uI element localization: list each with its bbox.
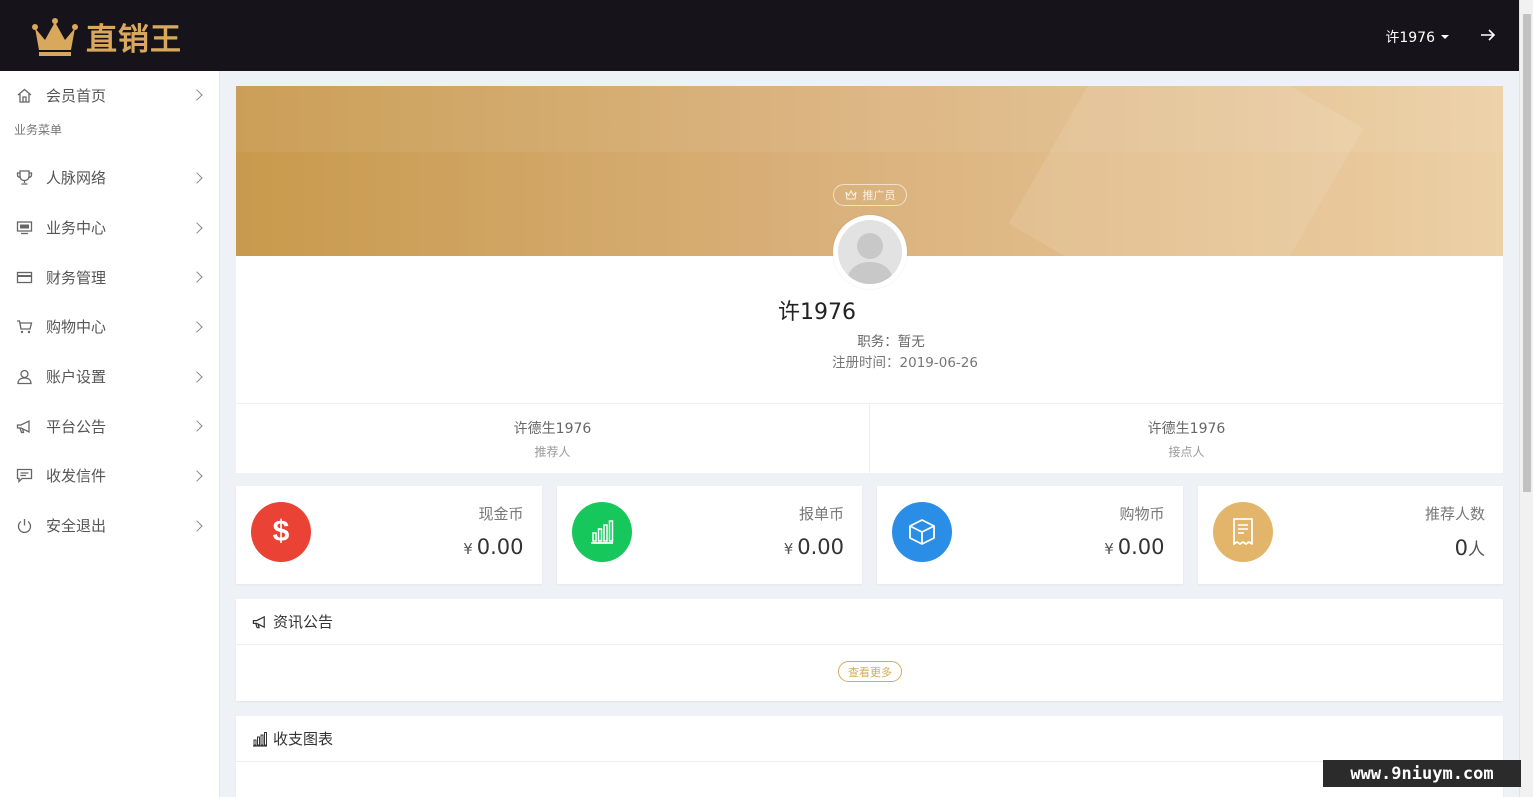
monitor-icon	[16, 219, 33, 236]
chevron-right-icon	[191, 519, 203, 532]
badge-label: 推广员	[862, 189, 896, 202]
chart-panel: 收支图表	[236, 716, 1503, 797]
sidebar-section-title: 业务菜单	[14, 123, 63, 137]
stat-value: ¥0.00	[1104, 535, 1165, 559]
chevron-right-icon	[191, 321, 203, 333]
header-username: 许1976	[1385, 30, 1435, 46]
avatar-placeholder-icon	[838, 220, 902, 284]
receipt-icon	[1212, 502, 1273, 562]
sidebar-item-messages[interactable]: 收发信件	[0, 451, 219, 501]
news-panel: 资讯公告 查看更多	[236, 599, 1503, 701]
profile-name: 许1976	[778, 300, 856, 325]
chevron-right-icon	[191, 172, 203, 184]
user-menu-dropdown[interactable]: 许1976	[1385, 27, 1449, 47]
home-icon	[16, 87, 33, 104]
chevron-right-icon	[191, 271, 203, 283]
sidebar-item-label: 会员首页	[46, 86, 107, 105]
box-icon	[892, 502, 952, 562]
profile-register-date: 注册时间：2019-06-26	[832, 355, 978, 371]
chevron-right-icon	[191, 221, 203, 234]
watermark: www.9niuym.com	[1323, 760, 1521, 787]
chevron-right-icon	[191, 470, 203, 482]
bar-chart-icon	[252, 731, 268, 747]
sidebar-item-home[interactable]: 会员首页	[0, 71, 219, 119]
chevron-right-icon	[191, 370, 203, 383]
megaphone-icon	[252, 614, 268, 630]
chart-panel-header: 收支图表	[236, 716, 1503, 762]
top-bar: 直销王 许1976	[0, 0, 1519, 71]
sidebar-item-logout[interactable]: 安全退出	[0, 501, 219, 551]
contact-label: 接点人	[1168, 444, 1205, 459]
profile-card: 推广员 许1976 职务：暂无 注册时间：2019-06-26 许德生1976 …	[236, 86, 1503, 473]
message-icon	[16, 467, 33, 484]
card-icon	[16, 269, 33, 286]
caret-down-icon	[1441, 35, 1449, 39]
power-icon	[16, 517, 33, 534]
stat-label: 现金币	[478, 505, 524, 523]
sidebar-item-finance[interactable]: 财务管理	[0, 252, 219, 302]
dollar-icon: $	[251, 502, 311, 562]
bar-chart-icon	[571, 502, 632, 562]
stat-card-order[interactable]: 报单币 ¥0.00	[556, 486, 862, 584]
sidebar-item-label: 业务中心	[46, 219, 107, 238]
stat-label: 报单币	[798, 505, 844, 523]
crown-icon	[845, 190, 856, 200]
chevron-right-icon	[191, 89, 203, 101]
megaphone-icon	[16, 418, 33, 435]
crown-logo-icon	[32, 17, 78, 56]
relations-row: 许德生1976 推荐人 许德生1976 接点人	[236, 403, 1503, 473]
referrer-name: 许德生1976	[513, 420, 592, 437]
scrollbar-thumb[interactable]	[1523, 14, 1531, 492]
referrer-cell: 许德生1976 推荐人	[236, 404, 869, 473]
arrow-right-icon[interactable]	[1479, 26, 1497, 44]
sidebar-item-label: 收发信件	[46, 467, 107, 486]
sidebar-item-label: 账户设置	[46, 368, 107, 387]
avatar[interactable]	[833, 215, 907, 289]
trophy-icon	[16, 169, 33, 186]
sidebar-item-label: 财务管理	[46, 268, 107, 287]
cart-icon	[16, 318, 33, 335]
stat-card-referrals[interactable]: 推荐人数 0人	[1197, 486, 1503, 584]
main-content: 推广员 许1976 职务：暂无 注册时间：2019-06-26 许德生1976 …	[236, 86, 1503, 473]
stat-card-shopping[interactable]: 购物币 ¥0.00	[877, 486, 1183, 584]
contact-name: 许德生1976	[1147, 420, 1226, 437]
stat-value: ¥0.00	[463, 535, 524, 559]
stat-value: 0人	[1454, 536, 1485, 560]
news-panel-title: 资讯公告	[273, 613, 334, 631]
brand-name: 直销王	[86, 22, 182, 58]
profile-role: 职务：暂无	[857, 334, 925, 350]
sidebar-item-network[interactable]: 人脉网络	[0, 153, 219, 203]
chart-panel-title: 收支图表	[273, 730, 334, 748]
chevron-right-icon	[191, 420, 203, 432]
page-scrollbar[interactable]	[1519, 0, 1533, 797]
brand-logo[interactable]: 直销王	[32, 14, 182, 59]
sidebar: 会员首页 业务菜单 人脉网络 业务中心 财务管理 购物中心 账户设置 平台公告 …	[0, 71, 220, 797]
stat-label: 购物币	[1119, 505, 1165, 523]
sidebar-item-label: 安全退出	[46, 517, 107, 536]
view-more-button[interactable]: 查看更多	[838, 661, 902, 682]
referrer-label: 推荐人	[534, 444, 571, 459]
sidebar-item-account[interactable]: 账户设置	[0, 352, 219, 402]
sidebar-item-announcements[interactable]: 平台公告	[0, 401, 219, 451]
sidebar-item-label: 平台公告	[46, 417, 107, 436]
user-icon	[16, 368, 33, 385]
stat-value: ¥0.00	[783, 535, 844, 559]
stat-card-cash[interactable]: $ 现金币 ¥0.00	[236, 486, 542, 584]
sidebar-item-label: 购物中心	[46, 318, 107, 337]
news-panel-header: 资讯公告	[236, 599, 1503, 645]
stats-row: $ 现金币 ¥0.00 报单币 ¥0.00 购物币 ¥0.00 推荐人数 0人	[236, 486, 1503, 584]
stat-label: 推荐人数	[1424, 505, 1485, 523]
sidebar-item-business[interactable]: 业务中心	[0, 203, 219, 253]
sidebar-item-label: 人脉网络	[46, 169, 107, 188]
sidebar-item-shopping[interactable]: 购物中心	[0, 302, 219, 352]
member-level-badge: 推广员	[833, 184, 907, 206]
contact-cell: 许德生1976 接点人	[869, 404, 1503, 473]
